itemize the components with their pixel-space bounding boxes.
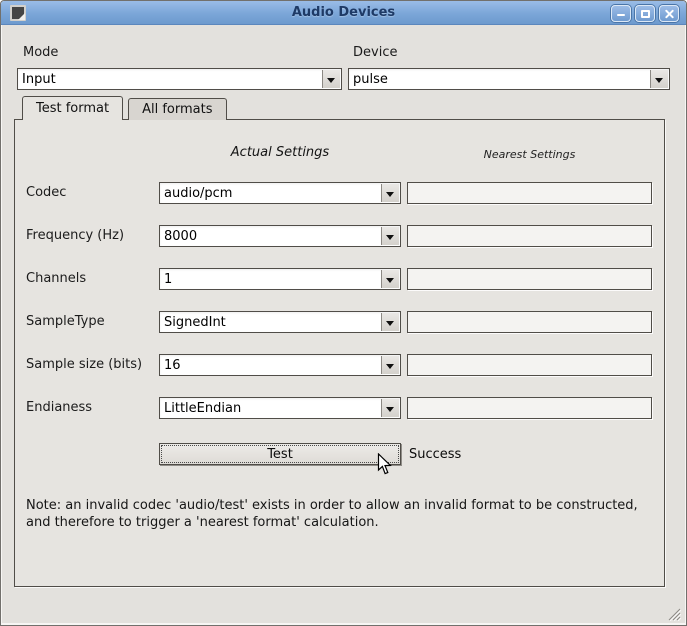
app-window-icon[interactable] bbox=[10, 5, 26, 21]
mode-combobox[interactable]: Input bbox=[17, 68, 342, 90]
dropdown-arrow-icon[interactable] bbox=[381, 184, 399, 202]
tab-test-format[interactable]: Test format bbox=[22, 96, 123, 120]
channels-combobox[interactable]: 1 bbox=[159, 268, 401, 290]
endianess-value: LittleEndian bbox=[164, 401, 241, 416]
samplesize-combobox[interactable]: 16 bbox=[159, 354, 401, 376]
mouse-cursor-icon bbox=[377, 453, 392, 476]
nearest-settings-header: Nearest Settings bbox=[407, 148, 652, 161]
codec-label: Codec bbox=[26, 185, 66, 200]
dropdown-arrow-icon[interactable] bbox=[381, 270, 399, 288]
titlebar[interactable]: Audio Devices bbox=[1, 1, 686, 25]
samplesize-label: Sample size (bits) bbox=[26, 357, 142, 372]
device-combobox[interactable]: pulse bbox=[348, 68, 670, 90]
nearest-channels-field bbox=[407, 268, 652, 290]
mode-value: Input bbox=[22, 72, 56, 87]
test-button[interactable]: Test bbox=[159, 443, 401, 465]
nearest-sampletype-field bbox=[407, 311, 652, 333]
nearest-endianess-field bbox=[407, 397, 652, 419]
frequency-label: Frequency (Hz) bbox=[26, 228, 124, 243]
sampletype-combobox[interactable]: SignedInt bbox=[159, 311, 401, 333]
maximize-icon bbox=[641, 10, 650, 18]
window-title: Audio Devices bbox=[1, 1, 686, 25]
minimize-button[interactable] bbox=[611, 5, 631, 22]
note-line-2: and therefore to trigger a 'nearest form… bbox=[26, 514, 666, 531]
sampletype-label: SampleType bbox=[26, 314, 105, 329]
close-button[interactable] bbox=[659, 5, 679, 22]
note-line-1: Note: an invalid codec 'audio/test' exis… bbox=[26, 497, 666, 514]
status-text: Success bbox=[409, 447, 461, 462]
nearest-codec-field bbox=[407, 182, 652, 204]
device-value: pulse bbox=[353, 72, 388, 87]
dropdown-arrow-icon[interactable] bbox=[650, 70, 668, 88]
sampletype-value: SignedInt bbox=[164, 315, 226, 330]
dropdown-arrow-icon[interactable] bbox=[381, 356, 399, 374]
mode-label: Mode bbox=[23, 45, 58, 60]
minimize-icon bbox=[617, 14, 625, 16]
endianess-label: Endianess bbox=[26, 400, 92, 415]
channels-value: 1 bbox=[164, 272, 172, 287]
actual-settings-header: Actual Settings bbox=[159, 145, 401, 160]
codec-value: audio/pcm bbox=[164, 186, 232, 201]
note-text: Note: an invalid codec 'audio/test' exis… bbox=[26, 497, 666, 531]
resize-grip-icon[interactable] bbox=[666, 606, 681, 621]
dropdown-arrow-icon[interactable] bbox=[381, 227, 399, 245]
frequency-combobox[interactable]: 8000 bbox=[159, 225, 401, 247]
dropdown-arrow-icon[interactable] bbox=[381, 399, 399, 417]
dropdown-arrow-icon[interactable] bbox=[381, 313, 399, 331]
frequency-value: 8000 bbox=[164, 229, 197, 244]
endianess-combobox[interactable]: LittleEndian bbox=[159, 397, 401, 419]
audio-devices-window: Audio Devices Mode Input Device pulse Te… bbox=[0, 0, 687, 626]
nearest-frequency-field bbox=[407, 225, 652, 247]
tab-all-formats[interactable]: All formats bbox=[128, 98, 226, 120]
device-label: Device bbox=[353, 45, 397, 60]
samplesize-value: 16 bbox=[164, 358, 181, 373]
tab-bar: Test format All formats bbox=[22, 96, 227, 120]
dropdown-arrow-icon[interactable] bbox=[322, 70, 340, 88]
maximize-button[interactable] bbox=[635, 5, 655, 22]
nearest-samplesize-field bbox=[407, 354, 652, 376]
codec-combobox[interactable]: audio/pcm bbox=[159, 182, 401, 204]
channels-label: Channels bbox=[26, 271, 86, 286]
